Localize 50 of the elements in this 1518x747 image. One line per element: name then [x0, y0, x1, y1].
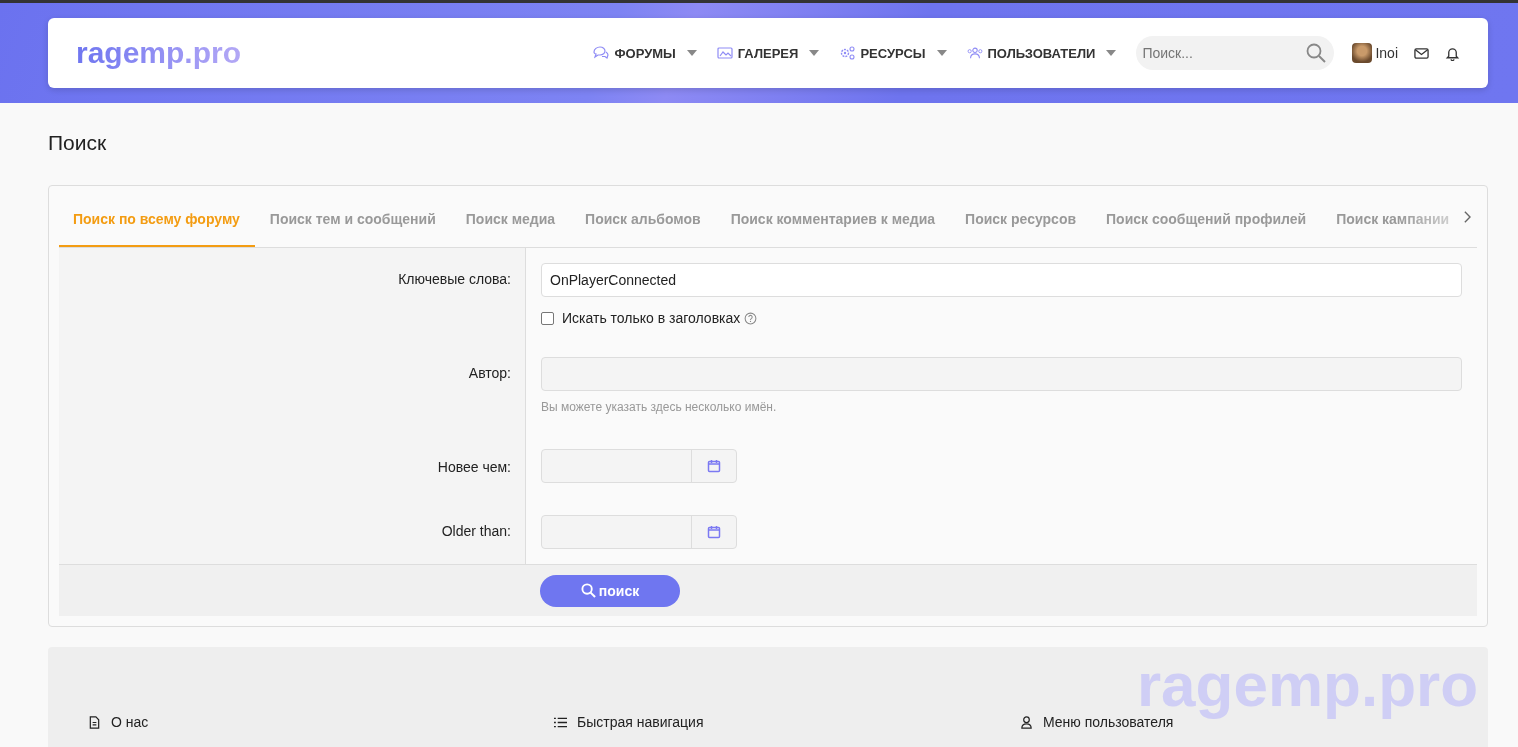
tab[interactable]: Поиск кампании — [1321, 186, 1465, 248]
search-field[interactable]: Поиск... — [1136, 36, 1335, 70]
field-label: Автор: — [468, 365, 511, 382]
tab[interactable]: Поиск медиа — [450, 186, 571, 248]
user-icon — [1020, 715, 1033, 729]
search-input[interactable]: Поиск... — [1142, 43, 1307, 63]
footer-heading: Быстрая навигация — [577, 714, 704, 731]
checkbox-label[interactable]: Искать только в заголовках — [562, 310, 741, 327]
chevron-right-icon[interactable] — [1464, 209, 1471, 224]
caret-icon — [809, 50, 820, 56]
field-label: Ключевые слова: — [398, 271, 511, 288]
nav-link[interactable]: РЕСУРСЫ — [839, 45, 947, 61]
list-icon — [554, 715, 567, 729]
tab[interactable]: Поиск альбомов — [570, 186, 716, 248]
search-button[interactable]: поиск — [540, 574, 680, 607]
users-icon — [966, 46, 983, 60]
tab[interactable]: Поиск комментариев к медиа — [715, 186, 951, 248]
search-icon[interactable] — [1306, 43, 1327, 63]
tab[interactable]: Поиск ресурсов — [950, 186, 1092, 248]
bell-icon[interactable] — [1445, 45, 1460, 61]
keywords-field[interactable]: OnPlayerConnected — [541, 263, 1462, 298]
tab[interactable]: Поиск тем и сообщений — [254, 186, 451, 248]
caret-icon — [1106, 50, 1117, 56]
caret-icon — [686, 50, 697, 56]
chat-icon — [593, 46, 610, 60]
tab[interactable]: Поиск сообщений профилей — [1091, 186, 1322, 248]
image-icon — [716, 46, 733, 60]
help-icon[interactable] — [744, 311, 758, 325]
field-label: Новее чем: — [437, 459, 511, 476]
field-hint: Вы можете указать здесь несколько имён. — [541, 400, 778, 417]
nav-link[interactable]: ФОРУМЫ — [593, 45, 697, 61]
calendar-icon[interactable] — [707, 459, 721, 474]
mail-icon[interactable] — [1414, 45, 1429, 61]
nav-link[interactable]: ГАЛЕРЕЯ — [716, 45, 820, 61]
field-label: Older than: — [441, 523, 511, 540]
gears-icon — [839, 46, 856, 60]
search-icon — [580, 583, 596, 599]
author-field[interactable] — [541, 357, 1462, 392]
nav-link[interactable]: ПОЛЬЗОВАТЕЛИ — [966, 45, 1117, 61]
checkbox[interactable] — [541, 311, 554, 325]
document-icon — [88, 715, 101, 729]
user-link[interactable]: Inoi — [1375, 45, 1398, 61]
footer-heading: Меню пользователя — [1043, 714, 1174, 731]
page-title: Поиск — [47, 130, 108, 156]
avatar[interactable] — [1352, 43, 1373, 63]
date-field[interactable] — [541, 515, 737, 550]
footer-heading: О нас — [111, 714, 149, 731]
calendar-icon[interactable] — [707, 525, 721, 540]
caret-icon — [936, 50, 947, 56]
date-field[interactable] — [541, 449, 737, 484]
